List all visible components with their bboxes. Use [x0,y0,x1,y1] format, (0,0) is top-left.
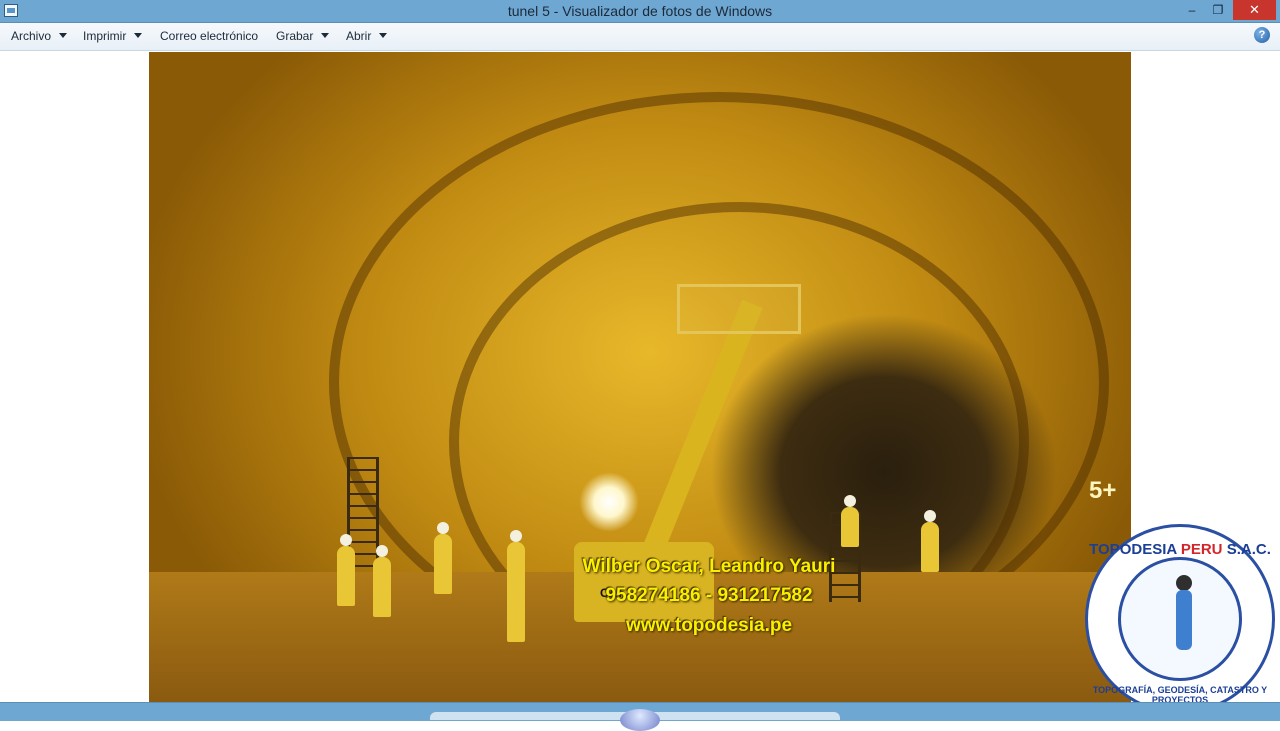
tunnel-photo[interactable]: CAT 5+ Wilber Oscar, Leandro Yauri 95827… [149,52,1131,702]
menu-abrir-label: Abrir [346,29,372,43]
work-light [579,472,639,532]
help-icon[interactable]: ? [1254,27,1270,43]
minimize-button[interactable]: – [1180,0,1204,20]
title-bar: tunel 5 - Visualizador de fotos de Windo… [0,0,1280,23]
worker-figure [337,534,355,606]
wall-marking: 5+ [1089,477,1117,504]
menu-imprimir[interactable]: Imprimir [83,23,143,50]
watermark-name: Wilber Oscar, Leandro Yauri [582,556,836,577]
worker-figure [921,510,939,572]
menu-correo-electronico[interactable]: Correo electrónico [160,23,258,50]
chevron-down-icon [321,33,330,39]
menu-grabar-label: Grabar [276,29,314,43]
menu-archivo-label: Archivo [11,29,52,43]
window-title: tunel 5 - Visualizador de fotos de Windo… [507,3,773,19]
chevron-down-icon [59,33,68,39]
menu-abrir[interactable]: Abrir [346,23,388,50]
menu-grabar[interactable]: Grabar [276,23,330,50]
menu-archivo[interactable]: Archivo [11,23,68,50]
watermark-phones: 958274186 - 931217582 [605,585,813,606]
topodesia-logo: TOPODESIA PERU S.A.C. TOPOGRAFÍA, GEODES… [1085,524,1275,714]
surveyor-head-icon [1176,575,1192,591]
close-button[interactable]: ✕ [1233,0,1276,20]
chevron-down-icon [134,33,143,39]
command-bar: Archivo Imprimir Correo electrónico Grab… [0,23,1280,51]
slideshow-play-button[interactable] [620,709,660,731]
menu-correo-label: Correo electrónico [160,29,259,43]
logo-name-part1: TOPODESIA [1089,541,1177,558]
worker-figure [373,545,391,617]
worker-figure [507,530,525,642]
watermark-website: www.topodesia.pe [625,615,793,636]
logo-name-part2: PERU [1180,541,1223,558]
chevron-down-icon [379,33,388,39]
lift-platform [677,284,801,334]
logo-name-part3: S.A.C. [1226,541,1271,558]
worker-figure [841,495,859,547]
logo-company-name: TOPODESIA PERU S.A.C. [1088,541,1272,558]
menu-imprimir-label: Imprimir [83,29,127,43]
surveyor-icon [1176,590,1192,650]
cat-machine: CAT [574,542,714,622]
worker-figure [434,522,452,594]
logo-emblem [1118,557,1242,681]
restore-button[interactable]: ❐ [1206,0,1230,20]
